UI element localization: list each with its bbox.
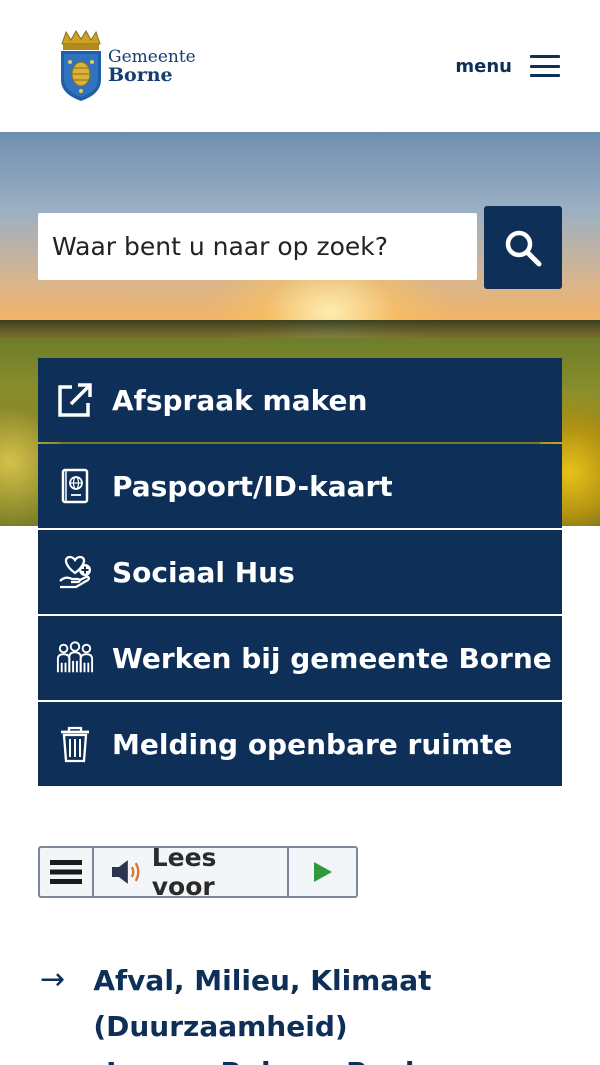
read-aloud-player: Lees voor [38, 843, 358, 901]
gemeente-borne-logo[interactable]: Gemeente Borne [58, 28, 198, 102]
quick-link-label: Melding openbare ruimte [112, 727, 513, 761]
people-icon [56, 639, 94, 677]
quick-link-paspoort[interactable]: Paspoort/ID-kaart [38, 444, 562, 528]
passport-icon [56, 467, 94, 505]
logo-line-borne: Borne [108, 64, 173, 86]
arrow-right-icon: → [40, 962, 66, 997]
quick-link-afspraak[interactable]: Afspraak maken [38, 358, 562, 442]
topic-link-leven[interactable]: → Leven, Reizen, Papieren [40, 1050, 580, 1065]
play-icon [313, 862, 332, 882]
read-aloud-label: Lees voor [151, 843, 217, 901]
heart-hand-icon [56, 553, 94, 591]
quick-link-melding[interactable]: Melding openbare ruimte [38, 702, 562, 786]
topic-label: Afval, Milieu, Klimaat (Duurzaamheid) [93, 964, 432, 1043]
quick-link-label: Paspoort/ID-kaart [112, 469, 393, 503]
hero-horizon [0, 320, 600, 338]
crest-icon [61, 30, 101, 101]
search-field [38, 213, 477, 280]
external-link-icon [56, 381, 94, 419]
read-aloud-button[interactable]: Lees voor [94, 843, 289, 901]
quick-link-label: Afspraak maken [112, 383, 368, 417]
read-aloud-menu-button[interactable] [40, 848, 94, 896]
play-button[interactable] [289, 848, 356, 896]
quick-link-werken[interactable]: Werken bij gemeente Borne [38, 616, 562, 700]
quick-link-label: Werken bij gemeente Borne [112, 641, 552, 675]
menu-button[interactable]: menu [455, 52, 560, 80]
search-input[interactable] [52, 232, 477, 261]
search-button[interactable] [484, 206, 562, 289]
quick-link-label: Sociaal Hus [112, 555, 295, 589]
topic-link-afval[interactable]: → Afval, Milieu, Klimaat (Duurzaamheid) [40, 958, 580, 1050]
topic-label: Leven, Reizen, Papieren [106, 1050, 486, 1065]
search-icon [505, 230, 542, 266]
hamburger-icon [530, 55, 560, 77]
quick-link-sociaal-hus[interactable]: Sociaal Hus [38, 530, 562, 614]
logo-wordmark: Gemeente Borne [108, 48, 196, 86]
trash-can-icon [56, 725, 94, 763]
quick-links: Afspraak maken Paspoort/ID-kaart Sociaal… [38, 358, 562, 788]
speaker-icon [111, 860, 140, 884]
menu-lines-icon [50, 860, 82, 884]
menu-label: menu [455, 55, 512, 77]
topic-list: → Afval, Milieu, Klimaat (Duurzaamheid) … [40, 958, 580, 1065]
site-header: Gemeente Borne menu [0, 0, 600, 132]
